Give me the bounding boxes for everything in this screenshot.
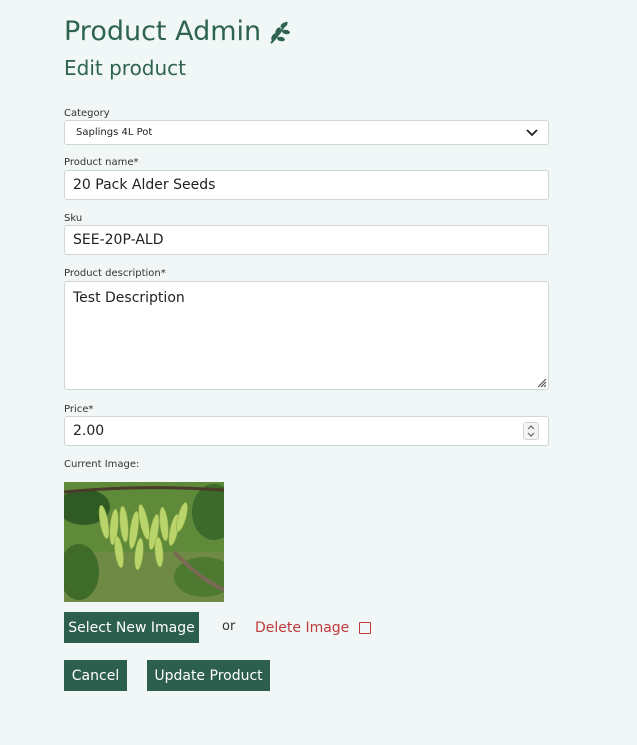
price-label: Price* xyxy=(64,404,94,415)
sku-input[interactable]: SEE-20P-ALD xyxy=(64,225,549,255)
price-input[interactable]: 2.00 xyxy=(64,416,549,446)
description-value: Test Description xyxy=(73,290,185,306)
page-title-text: Product Admin xyxy=(64,16,262,47)
delete-image-checkbox[interactable] xyxy=(359,622,372,634)
sku-label: Sku xyxy=(64,213,83,224)
product-name-label: Product name* xyxy=(64,157,139,168)
category-selected-value: Saplings 4L Pot xyxy=(76,127,153,138)
resize-grip-icon[interactable] xyxy=(535,376,547,388)
delete-image-label: Delete Image xyxy=(255,620,350,636)
delete-image-option[interactable]: Delete Image xyxy=(255,620,372,636)
price-stepper[interactable] xyxy=(523,422,539,440)
leaf-icon xyxy=(270,20,291,44)
product-name-input[interactable]: 20 Pack Alder Seeds xyxy=(64,170,549,200)
product-image xyxy=(64,482,224,602)
or-text: or xyxy=(222,619,236,634)
price-value: 2.00 xyxy=(73,423,105,439)
page-subtitle: Edit product xyxy=(64,56,187,80)
chevron-down-icon xyxy=(526,128,538,136)
sku-value: SEE-20P-ALD xyxy=(73,232,164,248)
category-label: Category xyxy=(64,108,110,119)
product-name-value: 20 Pack Alder Seeds xyxy=(73,177,216,193)
description-textarea[interactable]: Test Description xyxy=(64,281,549,390)
description-label: Product description* xyxy=(64,268,166,279)
cancel-button[interactable]: Cancel xyxy=(64,660,127,691)
select-new-image-button[interactable]: Select New Image xyxy=(64,612,199,643)
stepper-arrows-icon xyxy=(527,425,535,437)
update-product-button[interactable]: Update Product xyxy=(147,660,270,691)
current-image-label: Current Image: xyxy=(64,459,140,470)
category-select[interactable]: Saplings 4L Pot xyxy=(64,120,549,145)
page-title: Product Admin xyxy=(64,16,293,47)
